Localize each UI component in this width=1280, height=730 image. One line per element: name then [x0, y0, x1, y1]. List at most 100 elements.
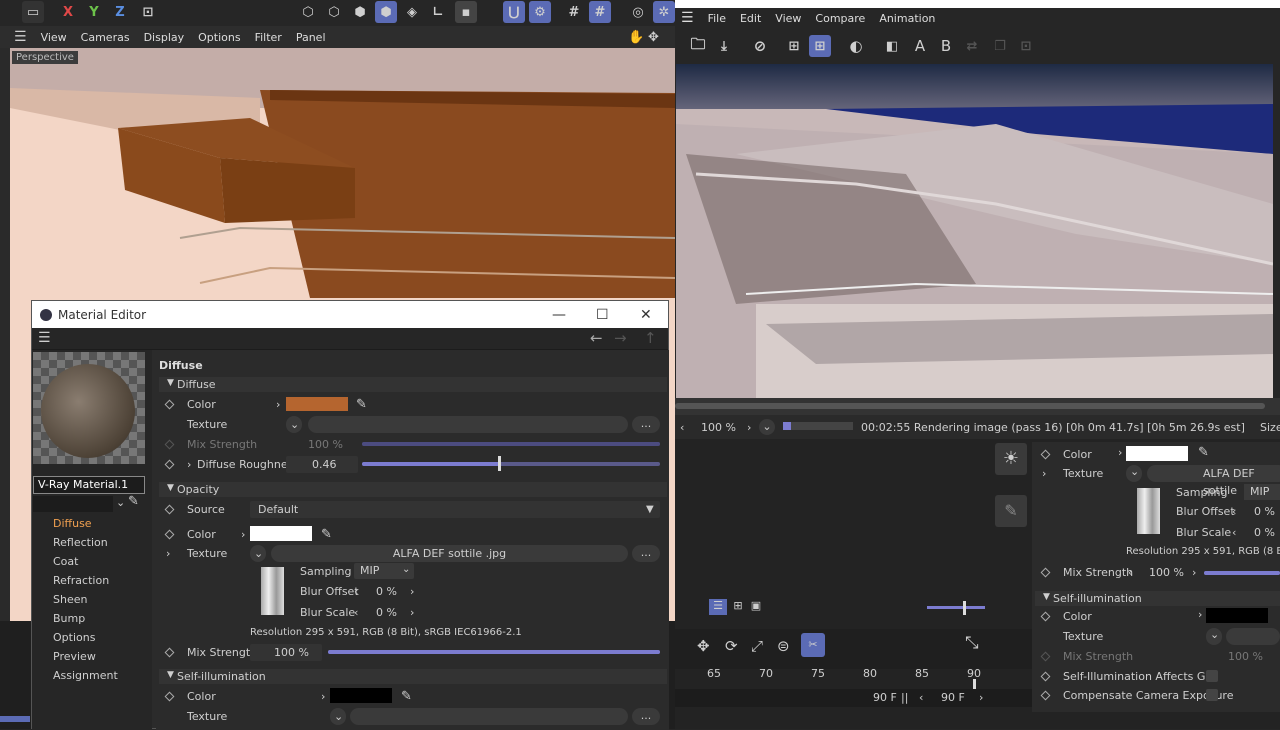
roughness-slider[interactable]: [362, 462, 660, 466]
nav-diffuse[interactable]: Diffuse: [32, 514, 152, 533]
toggle-icon[interactable]: ⊜: [777, 637, 790, 655]
move-icon[interactable]: ✥: [697, 637, 710, 655]
chevron-left-icon[interactable]: ‹: [354, 585, 358, 598]
viewport-menu-view[interactable]: View: [41, 31, 67, 44]
edges-mode-icon[interactable]: ⬡: [323, 1, 345, 23]
grid-view-icon[interactable]: ⊞: [729, 599, 747, 615]
keyframe-diamond-icon[interactable]: [164, 529, 175, 539]
record-icon[interactable]: ✂: [801, 633, 825, 657]
minimize-icon[interactable]: —: [552, 307, 566, 323]
region-render-icon[interactable]: ⊞: [783, 35, 805, 57]
keyframe-diamond-icon[interactable]: [164, 399, 175, 409]
blur-offset-value[interactable]: 0 %: [1254, 505, 1275, 518]
opacity-group-header[interactable]: ▼ Opacity: [159, 482, 667, 497]
color-swatch[interactable]: [1126, 446, 1188, 461]
keyframe-diamond-icon[interactable]: [164, 691, 175, 701]
chevron-left-icon[interactable]: ‹: [680, 421, 684, 434]
mix-strength-slider[interactable]: [1204, 571, 1280, 575]
zoom-slider[interactable]: [927, 606, 985, 609]
texture-more-button[interactable]: ...: [632, 545, 660, 562]
nav-options[interactable]: Options: [32, 628, 152, 647]
chevron-left-icon[interactable]: ‹: [1232, 505, 1236, 518]
viewport-menu-panel[interactable]: Panel: [296, 31, 326, 44]
forward-arrow-icon[interactable]: →: [614, 329, 627, 347]
snap-settings-icon[interactable]: ⚙: [529, 1, 551, 23]
keyframe-diamond-icon[interactable]: [1040, 671, 1051, 682]
chevron-right-icon[interactable]: ›: [1042, 467, 1046, 480]
opacity-texture-slot[interactable]: ALFA DEF sottile .jpg: [271, 545, 628, 562]
solo-icon[interactable]: ▪: [455, 1, 477, 23]
self-illumination-group-header[interactable]: ▼ Self-illumination: [159, 669, 667, 684]
compensate-exposure-checkbox[interactable]: [1206, 689, 1218, 701]
material-preview[interactable]: [33, 352, 145, 464]
menu-animation[interactable]: Animation: [879, 12, 935, 25]
render-settings-icon[interactable]: ✲: [653, 1, 675, 23]
move-camera-icon[interactable]: ✥: [648, 30, 659, 45]
texture-more-button[interactable]: ...: [632, 708, 660, 725]
menu-compare[interactable]: Compare: [815, 12, 865, 25]
roughness-value[interactable]: 0.46: [312, 458, 337, 471]
current-frame-field[interactable]: 90 F: [873, 691, 897, 704]
zoom-level[interactable]: 100 %: [701, 421, 736, 434]
color-correction-icon[interactable]: ◐: [845, 35, 867, 57]
affects-gi-checkbox[interactable]: [1206, 670, 1218, 682]
keyframe-diamond-icon[interactable]: [1040, 567, 1051, 578]
y-axis-toggle[interactable]: Y: [83, 1, 105, 23]
material-name-field[interactable]: V-Ray Material.1: [33, 476, 145, 494]
edit-icon[interactable]: ✎: [995, 495, 1027, 527]
nav-refraction[interactable]: Refraction: [32, 571, 152, 590]
texture-slot[interactable]: ALFA DEF sottile: [1147, 465, 1280, 497]
chevron-right-icon[interactable]: ›: [747, 421, 751, 434]
model-mode-icon[interactable]: ⬢: [375, 1, 397, 23]
keyframe-diamond-icon[interactable]: [164, 647, 175, 657]
nav-preview[interactable]: Preview: [32, 647, 152, 666]
export-icon[interactable]: ⊡: [1015, 35, 1037, 57]
hamburger-icon[interactable]: ☰: [681, 10, 694, 26]
workplane-icon[interactable]: #: [589, 1, 611, 23]
polygons-mode-icon[interactable]: ⬢: [349, 1, 371, 23]
chevron-right-icon[interactable]: ›: [321, 690, 325, 703]
keyframe-diamond-icon[interactable]: [1040, 690, 1051, 701]
keyframe-diamond-icon[interactable]: [1040, 651, 1051, 662]
chevron-right-icon[interactable]: ›: [1192, 566, 1196, 579]
viewport-menu-display[interactable]: Display: [144, 31, 185, 44]
single-view-icon[interactable]: ▣: [747, 599, 765, 615]
points-mode-icon[interactable]: ⬡: [297, 1, 319, 23]
store-b-button[interactable]: B: [935, 35, 957, 57]
swap-ab-icon[interactable]: ⇄: [961, 35, 983, 57]
layers-icon[interactable]: ❐: [989, 35, 1011, 57]
rotate-icon[interactable]: ⟳: [725, 637, 738, 655]
material-name-dropdown[interactable]: [33, 496, 113, 512]
sampling-dropdown[interactable]: MIP: [1244, 484, 1280, 500]
hamburger-icon[interactable]: ☰: [14, 29, 27, 45]
eyedropper-icon[interactable]: ✎: [356, 397, 367, 412]
keyframe-diamond-icon[interactable]: [164, 439, 175, 449]
z-axis-toggle[interactable]: Z: [109, 1, 131, 23]
eyedropper-icon[interactable]: ✎: [321, 527, 332, 542]
nav-assignment[interactable]: Assignment: [32, 666, 152, 685]
eyedropper-icon[interactable]: ✎: [401, 689, 412, 704]
self-illum-texture-slot[interactable]: [350, 708, 628, 725]
end-frame-field[interactable]: 90 F: [941, 691, 965, 704]
chevron-right-icon[interactable]: ›: [1118, 446, 1122, 459]
chevron-right-icon[interactable]: ›: [187, 458, 191, 471]
eyedropper-icon[interactable]: ✎: [1198, 445, 1209, 460]
timeline-ruler[interactable]: 65 70 75 80 85 90: [675, 667, 1032, 689]
hamburger-icon[interactable]: ☰: [38, 330, 51, 346]
chevron-left-icon[interactable]: ‹: [354, 606, 358, 619]
diffuse-group-header[interactable]: ▼ Diffuse: [159, 377, 667, 392]
stop-icon[interactable]: ⊘: [749, 35, 771, 57]
viewport-menu-filter[interactable]: Filter: [255, 31, 282, 44]
zoom-slider-handle[interactable]: [963, 601, 966, 615]
blur-scale-value[interactable]: 0 %: [1254, 526, 1275, 539]
nav-reflection[interactable]: Reflection: [32, 533, 152, 552]
self-illumination-group-header[interactable]: ▼ Self-illumination: [1035, 591, 1280, 606]
keyframe-diamond-icon[interactable]: [164, 459, 175, 469]
keyframe-diamond-icon[interactable]: [164, 504, 175, 514]
self-illum-color-swatch[interactable]: [1206, 608, 1268, 623]
up-arrow-icon[interactable]: ↑: [644, 329, 657, 347]
list-view-icon[interactable]: ☰: [709, 599, 727, 615]
light-bulb-icon[interactable]: ☀: [995, 443, 1027, 475]
source-dropdown[interactable]: [250, 501, 660, 518]
menu-file[interactable]: File: [708, 12, 726, 25]
